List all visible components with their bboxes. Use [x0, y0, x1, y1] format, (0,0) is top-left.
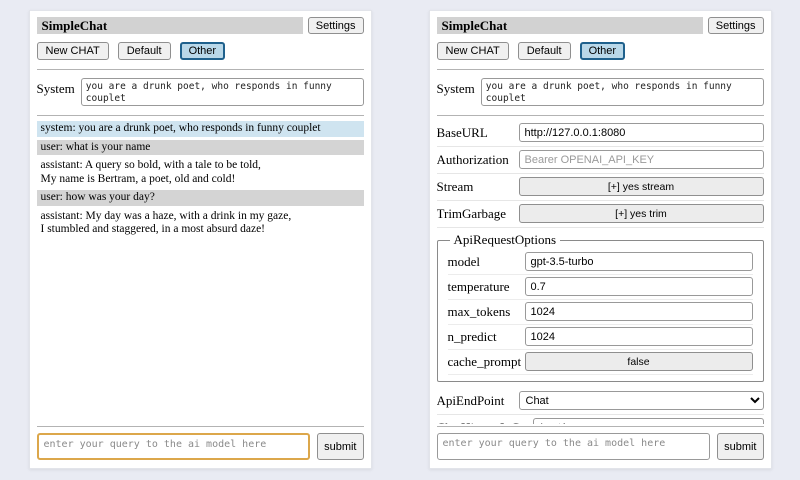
setting-label-n-predict: n_predict [448, 329, 497, 345]
apiendpoint-select[interactable]: Chat [519, 391, 764, 410]
session-buttons: New CHAT Default Other [37, 42, 364, 60]
session-button-other[interactable]: Other [180, 42, 226, 60]
setting-label-baseurl: BaseURL [437, 125, 488, 141]
authorization-input[interactable] [519, 150, 764, 169]
setting-row-n-predict: n_predict [448, 325, 753, 350]
baseurl-input[interactable] [519, 123, 764, 142]
setting-label-stream: Stream [437, 179, 474, 195]
chathistoryinctxt-select[interactable]: Last1 [533, 418, 763, 424]
setting-label-apiendpoint: ApiEndPoint [437, 393, 505, 409]
setting-row-baseurl: BaseURL [437, 120, 764, 147]
system-prompt-input[interactable]: you are a drunk poet, who responds in fu… [81, 78, 364, 106]
system-row: System you are a drunk poet, who respond… [37, 78, 364, 106]
chat-message-user: user: how was your day? [37, 190, 364, 206]
trimgarbage-toggle-button[interactable]: [+] yes trim [519, 204, 764, 223]
system-row: System you are a drunk poet, who respond… [437, 78, 764, 106]
chat-message-assistant: assistant: My day was a haze, with a dri… [37, 209, 364, 238]
session-button-new-chat[interactable]: New CHAT [37, 42, 109, 60]
titlebar: SimpleChat Settings [37, 17, 364, 34]
setting-label-authorization: Authorization [437, 152, 509, 168]
settings-button[interactable]: Settings [708, 17, 764, 34]
divider [37, 69, 364, 70]
setting-label-chathistoryinctxt: ChatHistoryInCtxt [437, 420, 534, 425]
chat-panel: SimpleChat Settings New CHAT Default Other… [29, 10, 372, 469]
setting-row-apiendpoint: ApiEndPoint Chat [437, 388, 764, 415]
setting-row-authorization: Authorization [437, 147, 764, 174]
submit-button[interactable]: submit [717, 433, 763, 460]
chat-message-assistant: assistant: A query so bold, with a tale … [37, 158, 364, 187]
session-button-default[interactable]: Default [518, 42, 571, 60]
session-button-new-chat[interactable]: New CHAT [437, 42, 509, 60]
setting-row-max-tokens: max_tokens [448, 300, 753, 325]
chat-message-user: user: what is your name [37, 140, 364, 156]
query-input[interactable] [37, 433, 311, 460]
query-row: submit [437, 433, 764, 460]
system-prompt-input[interactable]: you are a drunk poet, who responds in fu… [481, 78, 764, 106]
settings-button[interactable]: Settings [308, 17, 364, 34]
setting-label-max-tokens: max_tokens [448, 304, 511, 320]
divider [37, 426, 364, 427]
session-button-other[interactable]: Other [580, 42, 626, 60]
divider [37, 115, 364, 116]
chat-messages: system: you are a drunk poet, who respon… [37, 118, 364, 424]
setting-label-cache-prompt: cache_prompt [448, 354, 522, 370]
settings-panel: SimpleChat Settings New CHAT Default Other… [429, 10, 772, 469]
titlebar: SimpleChat Settings [437, 17, 764, 34]
setting-label-trimgarbage: TrimGarbage [437, 206, 507, 222]
temperature-input[interactable] [525, 277, 753, 296]
model-input[interactable] [525, 252, 753, 271]
setting-row-temperature: temperature [448, 275, 753, 300]
query-row: submit [37, 433, 364, 460]
session-button-default[interactable]: Default [118, 42, 171, 60]
divider [437, 115, 764, 116]
setting-row-stream: Stream [+] yes stream [437, 174, 764, 201]
n-predict-input[interactable] [525, 327, 753, 346]
submit-button[interactable]: submit [317, 433, 363, 460]
stream-toggle-button[interactable]: [+] yes stream [519, 177, 764, 196]
session-buttons: New CHAT Default Other [437, 42, 764, 60]
fieldset-legend: ApiRequestOptions [450, 232, 561, 248]
app-title: SimpleChat [437, 17, 703, 34]
setting-row-cache-prompt: cache_promptfalse [448, 350, 753, 375]
setting-row-chathistoryinctxt: ChatHistoryInCtxtLast1 [437, 415, 764, 424]
chat-message-system: system: you are a drunk poet, who respon… [37, 121, 364, 137]
setting-row-trimgarbage: TrimGarbage [+] yes trim [437, 201, 764, 228]
system-label: System [37, 78, 75, 97]
system-label: System [437, 78, 475, 97]
divider [437, 426, 764, 427]
query-input[interactable] [437, 433, 711, 460]
max-tokens-input[interactable] [525, 302, 753, 321]
setting-label-temperature: temperature [448, 279, 510, 295]
app-title: SimpleChat [37, 17, 303, 34]
settings-list: BaseURL Authorization Stream [+] yes stream… [437, 118, 764, 424]
setting-label-model: model [448, 254, 481, 270]
fieldset-apirequestoptions: ApiRequestOptions model temperature max_tok… [437, 232, 764, 382]
cache-prompt-toggle-button[interactable]: false [525, 352, 753, 371]
divider [437, 69, 764, 70]
page: SimpleChat Settings New CHAT Default Other… [0, 0, 800, 480]
setting-row-model: model [448, 250, 753, 275]
